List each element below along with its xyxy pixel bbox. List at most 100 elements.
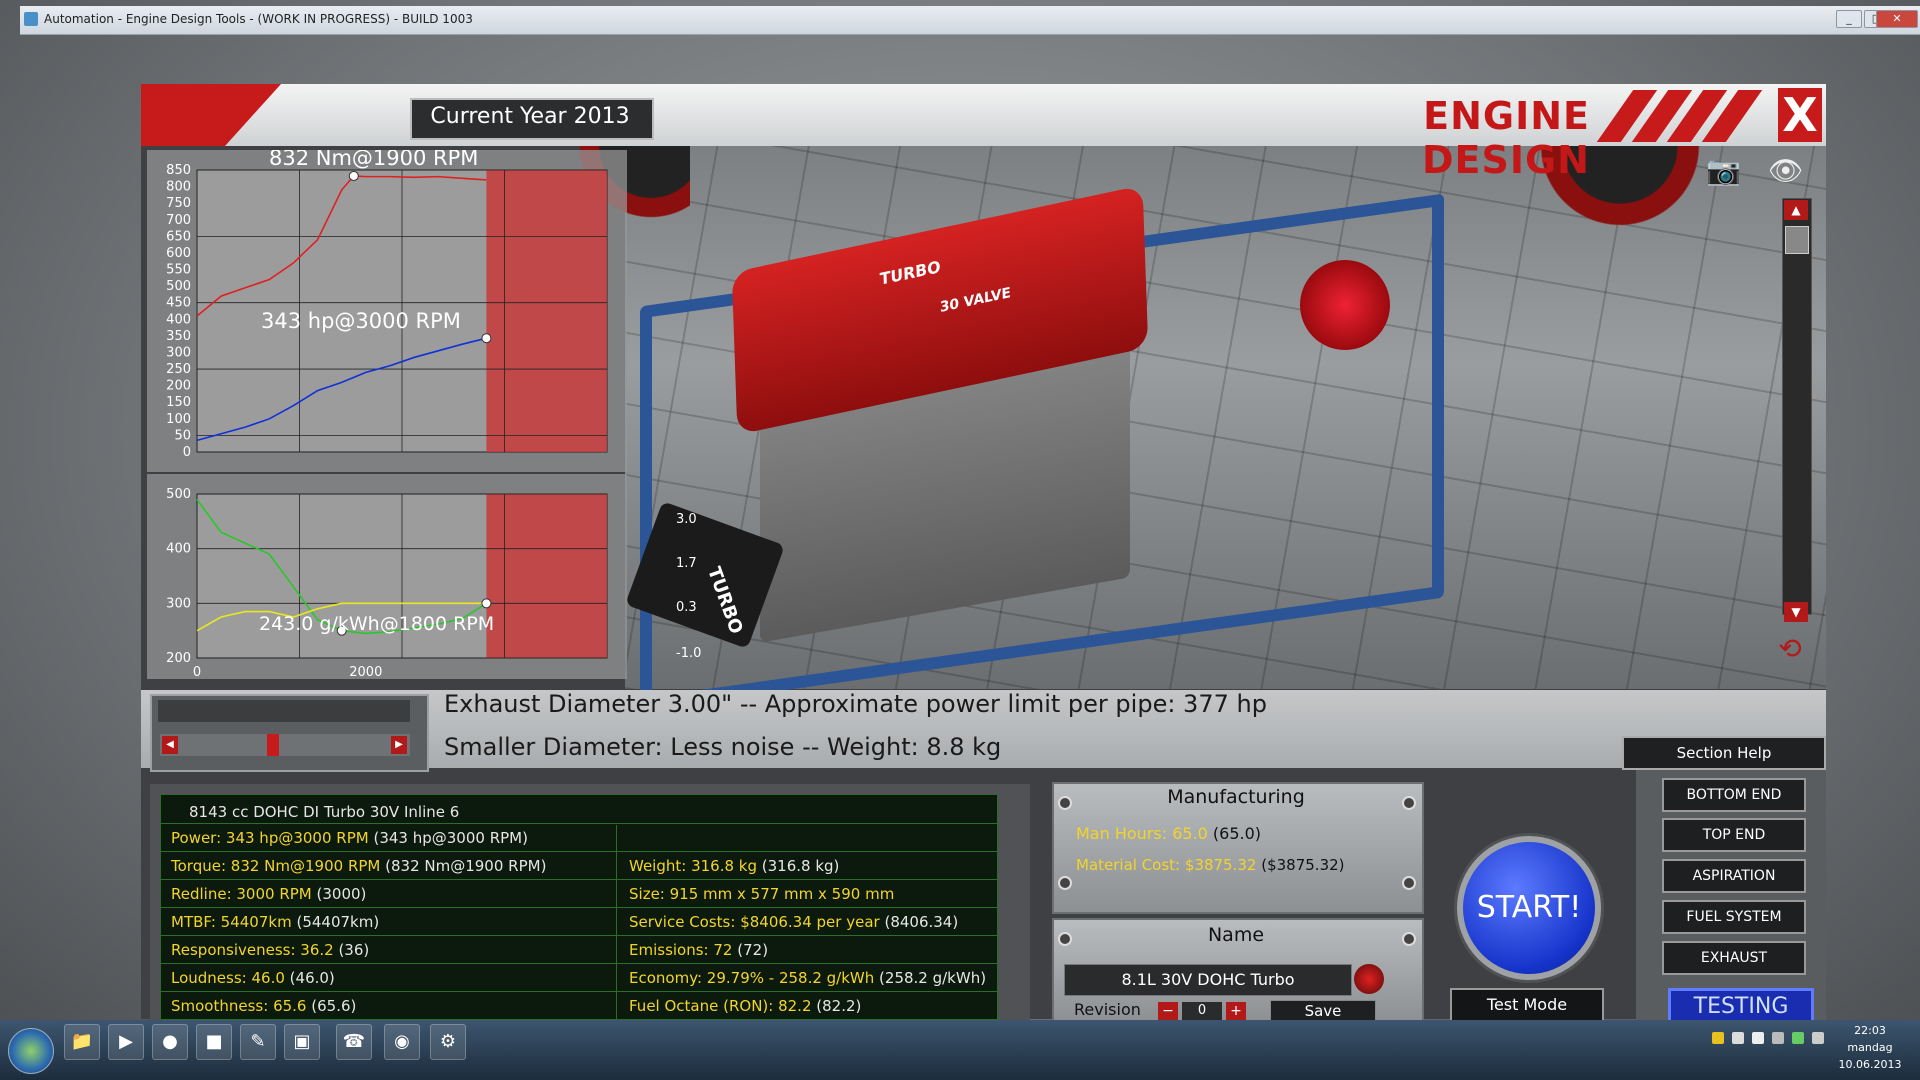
material-cost-value: ($3875.32) xyxy=(1261,856,1345,874)
firefox-taskbar-icon[interactable]: ● xyxy=(152,1024,188,1060)
y-tick-label: 400 xyxy=(166,542,191,557)
stat-label: Service Costs: $8406.34 per year xyxy=(629,913,880,931)
y-tick-label: 350 xyxy=(166,329,191,344)
tray-icon[interactable] xyxy=(1792,1032,1804,1044)
y-tick-label: 500 xyxy=(166,279,191,294)
man-hours: Man Hours: 65.0 (65.0) xyxy=(1076,824,1261,843)
current-year-label: Current Year 2013 xyxy=(430,104,630,129)
revision-increment-button[interactable]: + xyxy=(1226,1002,1246,1020)
window-titlebar[interactable]: Automation - Engine Design Tools - (WORK… xyxy=(20,6,1920,35)
menu-top-end[interactable]: TOP END xyxy=(1662,818,1806,852)
boost-gauge-value: 3.0 xyxy=(676,512,697,527)
flag-icon[interactable] xyxy=(1752,1032,1764,1044)
end-marker xyxy=(481,598,492,609)
torque-peak-label: 832 Nm@1900 RPM xyxy=(269,150,478,170)
stat-value: (3000) xyxy=(316,885,367,903)
volume-icon[interactable] xyxy=(1812,1032,1824,1044)
name-reset-knob-icon[interactable] xyxy=(1354,964,1384,994)
eye-icon[interactable]: 👁 xyxy=(1768,154,1818,187)
start-button[interactable]: START! xyxy=(1457,836,1601,980)
close-engine-design-button[interactable]: X xyxy=(1778,88,1822,142)
clock-date: 10.06.2013 xyxy=(1838,1058,1902,1071)
window-close-button[interactable]: ✕ xyxy=(1876,10,1918,28)
stat-label: Fuel Octane (RON): 82.2 xyxy=(629,997,812,1015)
description-line-1: Exhaust Diameter 3.00" -- Approximate po… xyxy=(444,690,1267,718)
section-help-button[interactable]: Section Help xyxy=(1622,736,1826,770)
scroll-thumb[interactable] xyxy=(1785,226,1809,254)
screw-icon xyxy=(1402,796,1416,810)
y-tick-label: 700 xyxy=(166,213,191,228)
save-button[interactable]: Save xyxy=(1270,1000,1376,1022)
y-tick-label: 450 xyxy=(166,296,191,311)
notes-taskbar-icon[interactable]: ✎ xyxy=(240,1024,276,1060)
slider-handle[interactable] xyxy=(267,734,279,756)
man-hours-value: (65.0) xyxy=(1212,824,1262,843)
menu-aspiration[interactable]: ASPIRATION xyxy=(1662,859,1806,893)
tray-icon[interactable] xyxy=(1712,1032,1724,1044)
screw-icon xyxy=(1058,876,1072,890)
y-tick-label: 650 xyxy=(166,229,191,244)
slider-left-icon[interactable]: ◀ xyxy=(162,736,178,754)
stat-value: (832 Nm@1900 RPM) xyxy=(385,857,547,875)
engine-name-input[interactable]: 8.1L 30V DOHC Turbo xyxy=(1064,964,1352,996)
stat-value: (343 hp@3000 RPM) xyxy=(373,829,528,847)
y-tick-label: 550 xyxy=(166,263,191,278)
skype-taskbar-icon[interactable]: ☎ xyxy=(336,1024,372,1060)
test-mode-button[interactable]: Test Mode xyxy=(1450,988,1604,1022)
tray-icon[interactable] xyxy=(1732,1032,1744,1044)
fuel-economy-chart: 500 400 300 2000 2000 243.0 g/kWh@1800 RPM xyxy=(166,487,608,679)
explorer-taskbar-icon[interactable]: 📁 xyxy=(64,1024,100,1060)
app-icon xyxy=(24,12,38,26)
window-title: Automation - Engine Design Tools - (WORK… xyxy=(44,12,473,26)
stat-label: Emissions: 72 xyxy=(629,941,733,959)
app-h-taskbar-icon[interactable]: ■ xyxy=(196,1024,232,1060)
revision-decrement-button[interactable]: − xyxy=(1158,1002,1178,1020)
stat-label: Redline: 3000 RPM xyxy=(171,885,312,903)
slider-right-icon[interactable]: ▶ xyxy=(391,736,407,754)
network-icon[interactable] xyxy=(1772,1032,1784,1044)
automation-taskbar-icon[interactable]: ⚙ xyxy=(430,1024,466,1060)
y-tick-label: 600 xyxy=(166,246,191,261)
windows-start-icon[interactable] xyxy=(8,1028,54,1074)
clock-time: 22:03 xyxy=(1854,1024,1886,1037)
scroll-down-icon[interactable]: ▼ xyxy=(1784,602,1808,622)
stat-value: (82.2) xyxy=(816,997,862,1015)
stat-row: Size: 915 mm x 577 mm x 590 mm xyxy=(629,885,894,903)
exhaust-diameter-slider[interactable] xyxy=(160,734,410,756)
stat-row: Torque: 832 Nm@1900 RPM (832 Nm@1900 RPM… xyxy=(171,857,546,875)
scroll-up-icon[interactable]: ▲ xyxy=(1784,200,1808,220)
bsfc-min-label: 243.0 g/kWh@1800 RPM xyxy=(259,613,494,635)
part-slider-header xyxy=(158,700,410,722)
boost-gauge-value: -1.0 xyxy=(676,646,702,661)
y-tick-label: 800 xyxy=(166,180,191,195)
stat-row: Responsiveness: 36.2 (36) xyxy=(171,941,369,959)
y-tick-label: 150 xyxy=(166,395,191,410)
boost-gauge-value: 0.3 xyxy=(676,600,697,615)
menu-exhaust[interactable]: EXHAUST xyxy=(1662,941,1806,975)
boost-gauge-value: 1.7 xyxy=(676,556,697,571)
taskbar-clock[interactable]: 22:03 mandag 10.06.2013 xyxy=(1832,1022,1908,1073)
media-player-taskbar-icon[interactable]: ▶ xyxy=(108,1024,144,1060)
stat-value: (46.0) xyxy=(289,969,335,987)
rotate-view-icon[interactable]: ⟲ xyxy=(1765,632,1815,666)
minimize-button[interactable]: _ xyxy=(1836,10,1862,28)
screw-icon xyxy=(1402,932,1416,946)
power-peak-label: 343 hp@3000 RPM xyxy=(261,309,461,333)
stat-row: Smoothness: 65.6 (65.6) xyxy=(171,997,356,1015)
media-taskbar-icon[interactable]: ▣ xyxy=(284,1024,320,1060)
camera-icon[interactable]: 📷 xyxy=(1706,154,1756,187)
y-tick-label: 850 xyxy=(166,163,191,178)
menu-bottom-end[interactable]: BOTTOM END xyxy=(1662,778,1806,812)
man-hours-label: Man Hours: 65.0 xyxy=(1076,824,1208,843)
power-peak-marker xyxy=(481,333,492,344)
engine-description: 8143 cc DOHC DI Turbo 30V Inline 6 xyxy=(189,803,460,821)
stat-row: MTBF: 54407km (54407km) xyxy=(171,913,379,931)
screw-icon xyxy=(1058,932,1072,946)
y-tick-label: 400 xyxy=(166,312,191,327)
menu-fuel-system[interactable]: FUEL SYSTEM xyxy=(1662,900,1806,934)
zoom-scrollbar[interactable] xyxy=(1782,198,1812,615)
stat-row: Power: 343 hp@3000 RPM (343 hp@3000 RPM) xyxy=(171,829,528,847)
chrome-taskbar-icon[interactable]: ◉ xyxy=(384,1024,420,1060)
stat-label: Economy: 29.79% - 258.2 g/kWh xyxy=(629,969,875,987)
torque-peak-marker xyxy=(348,170,359,181)
